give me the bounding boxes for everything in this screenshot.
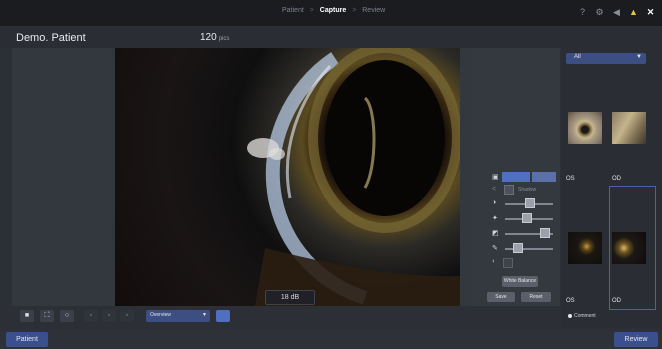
help-icon[interactable]: ? bbox=[577, 6, 588, 18]
setting-label: Shadow bbox=[518, 187, 537, 193]
filter-value: All bbox=[574, 54, 581, 60]
mode-value: Overview bbox=[150, 312, 171, 318]
crumb-capture[interactable]: Capture bbox=[320, 7, 346, 14]
window-controls: ? ⚙ ◀ ▲ ✕ bbox=[577, 6, 656, 18]
comment-label: Comment bbox=[574, 313, 596, 319]
image-count-unit: pics bbox=[218, 36, 230, 42]
reset-button[interactable]: Reset bbox=[521, 292, 551, 302]
thumb-label-od: OD bbox=[612, 298, 621, 304]
brightness-icon: ◑ bbox=[492, 199, 497, 206]
fullscreen-icon[interactable]: ⛶ bbox=[40, 310, 54, 322]
exposure-slider-knob[interactable] bbox=[522, 213, 532, 223]
thumbnail-od-1[interactable] bbox=[612, 112, 646, 144]
tab-left[interactable] bbox=[502, 172, 530, 182]
crumb-separator: > bbox=[309, 7, 314, 14]
live-eye-image[interactable] bbox=[115, 48, 460, 306]
filter-dropdown[interactable]: All ▼ bbox=[566, 53, 646, 64]
moon-icon: ◐ bbox=[492, 258, 497, 265]
tool-icon-2[interactable]: ▪ bbox=[102, 310, 116, 322]
chevron-left-icon[interactable]: < bbox=[492, 186, 496, 193]
thumbnail-os-2[interactable] bbox=[568, 232, 602, 264]
tool-icon-1[interactable]: ▪ bbox=[84, 310, 98, 322]
comment-radio-icon[interactable] bbox=[568, 313, 572, 318]
review-nav-button[interactable]: Review bbox=[614, 332, 658, 347]
sun-icon: ✦ bbox=[492, 215, 498, 222]
thumb-label-os: OS bbox=[566, 176, 575, 182]
brightness-slider-knob[interactable] bbox=[525, 198, 535, 208]
pen-icon: ✎ bbox=[492, 245, 498, 252]
bottom-bar bbox=[0, 330, 662, 349]
image-count: 120 pics bbox=[200, 32, 229, 43]
record-icon[interactable]: ○ bbox=[60, 310, 74, 322]
breadcrumb: Patient > Capture > Review bbox=[282, 7, 389, 14]
thumb-label-od: OD bbox=[612, 176, 621, 182]
thumbnail-od-2[interactable] bbox=[612, 232, 646, 264]
back-icon[interactable]: ◀ bbox=[611, 6, 622, 18]
step-box[interactable] bbox=[503, 258, 513, 268]
camera-icon[interactable]: ■ bbox=[20, 310, 34, 322]
eye-illustration bbox=[247, 48, 460, 306]
tab-right[interactable] bbox=[532, 172, 556, 182]
image-count-value: 120 bbox=[200, 32, 217, 43]
warning-icon[interactable]: ▲ bbox=[628, 6, 639, 18]
patient-bar bbox=[0, 30, 662, 48]
chevron-down-icon: ▼ bbox=[202, 312, 207, 318]
tool-icon-3[interactable]: ▪ bbox=[120, 310, 134, 322]
display-icon: ▣ bbox=[492, 174, 499, 181]
thumb-label-os: OS bbox=[566, 298, 575, 304]
sharpness-slider-knob[interactable] bbox=[513, 243, 523, 253]
checkbox[interactable] bbox=[504, 185, 514, 195]
comment-row[interactable]: Comment bbox=[568, 313, 596, 319]
crumb-separator: > bbox=[352, 7, 357, 14]
chevron-down-icon: ▼ bbox=[636, 54, 642, 60]
gear-icon[interactable]: ⚙ bbox=[594, 6, 605, 18]
gain-value: 18 dB bbox=[280, 294, 300, 301]
mode-apply-button[interactable] bbox=[216, 310, 230, 322]
white-balance-button[interactable]: White Balance bbox=[502, 276, 538, 287]
save-button[interactable]: Save bbox=[487, 292, 515, 302]
crumb-patient[interactable]: Patient bbox=[282, 7, 304, 14]
patient-nav-button[interactable]: Patient bbox=[6, 332, 48, 347]
thumbnail-os-1[interactable] bbox=[568, 112, 602, 144]
crumb-review[interactable]: Review bbox=[362, 7, 385, 14]
contrast-slider-knob[interactable] bbox=[540, 228, 550, 238]
patient-name: Demo. Patient bbox=[16, 32, 86, 44]
contrast-icon: ◩ bbox=[492, 230, 499, 237]
gain-indicator: 18 dB bbox=[265, 290, 315, 305]
close-icon[interactable]: ✕ bbox=[645, 6, 656, 18]
mode-select[interactable]: Overview ▼ bbox=[146, 310, 210, 322]
